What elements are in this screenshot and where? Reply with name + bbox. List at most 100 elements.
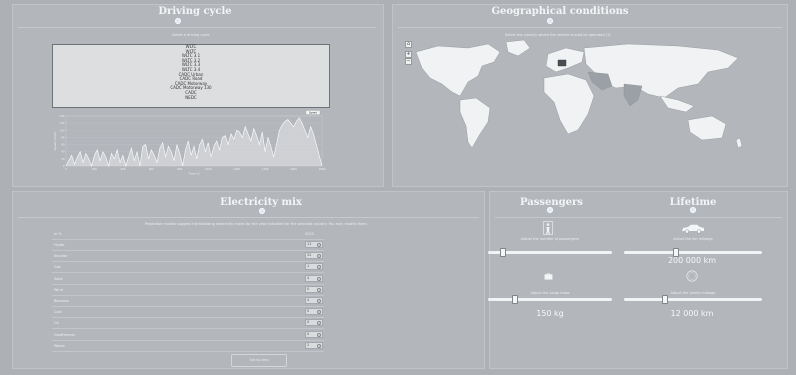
chart-x-tick-label: 800 bbox=[177, 167, 182, 171]
cargo-label: Adjust the cargo mass bbox=[530, 291, 570, 295]
chart-x-tick-label: 1400 bbox=[262, 167, 269, 171]
driving-cycle-select-label: Select a driving cycle bbox=[172, 33, 210, 37]
mileage-label: Adjust the km mileage bbox=[673, 237, 713, 241]
geo-info-icon[interactable] bbox=[547, 18, 553, 24]
map-region-middle-east bbox=[587, 71, 613, 91]
mix-row-input[interactable]: 0 bbox=[305, 319, 323, 327]
mix-row-input[interactable]: 4 bbox=[305, 274, 323, 282]
mix-header-unit: in % bbox=[54, 232, 62, 236]
electricity-info-icon[interactable] bbox=[259, 208, 265, 214]
mix-row-input[interactable]: 11 bbox=[305, 241, 323, 248]
stepper-icon[interactable] bbox=[317, 265, 321, 270]
map-home-button[interactable]: ⌂ bbox=[405, 41, 412, 48]
mix-row-label: Geothermal bbox=[54, 332, 75, 337]
geo-title: Geographical conditions bbox=[491, 6, 629, 17]
mix-row-input[interactable]: 0 bbox=[305, 285, 323, 293]
chart-y-tick-label: 120 bbox=[60, 121, 65, 125]
yearly-mileage-slider-thumb[interactable] bbox=[662, 295, 669, 304]
chart-x-tick-label: 0 bbox=[65, 167, 67, 171]
map-zoom-out-button[interactable]: − bbox=[405, 58, 412, 65]
yearly-mileage-label: Adjust the yearly mileage bbox=[670, 291, 716, 295]
mix-row: Geothermal 0 bbox=[52, 330, 324, 341]
mix-row-label: Waste bbox=[54, 343, 65, 348]
passengers-slider-thumb[interactable] bbox=[499, 248, 506, 257]
mileage-slider-track[interactable] bbox=[624, 251, 762, 254]
stepper-icon[interactable] bbox=[317, 343, 321, 348]
mix-row: Gas 1 bbox=[52, 262, 324, 274]
mix-row-input[interactable]: 0 bbox=[305, 330, 323, 338]
driving-cycle-info-icon[interactable] bbox=[175, 18, 181, 24]
chart-y-tick-label: 20 bbox=[61, 157, 65, 161]
divider bbox=[398, 27, 782, 28]
mix-row-label: Hydro bbox=[54, 243, 65, 247]
mix-row-label: Solar bbox=[54, 276, 63, 281]
yearly-mileage-slider-track[interactable] bbox=[624, 298, 762, 301]
map-region-australia bbox=[687, 115, 727, 141]
mix-row-value: 0 bbox=[307, 309, 310, 314]
stepper-icon[interactable] bbox=[317, 276, 321, 281]
chart-series-area bbox=[66, 117, 322, 166]
cargo-slider-track[interactable] bbox=[488, 298, 612, 301]
stepper-icon[interactable] bbox=[317, 287, 321, 292]
driving-cycle-option[interactable]: NEDC bbox=[53, 95, 329, 101]
passengers-number-label: Adjust the number of passengers bbox=[520, 237, 580, 241]
mix-row-value: 0 bbox=[307, 286, 310, 291]
mix-row-input[interactable]: 1 bbox=[305, 263, 323, 271]
map-zoom-in-button[interactable]: + bbox=[405, 51, 412, 58]
chart-y-tick-label: 60 bbox=[61, 143, 65, 147]
yearly-mileage-value: 12 000 km bbox=[670, 309, 714, 318]
mix-row: Solar 4 bbox=[52, 274, 324, 285]
map-region-selected-country bbox=[557, 59, 567, 67]
passengers-slider-track[interactable] bbox=[488, 251, 612, 254]
divider bbox=[18, 217, 479, 218]
electricity-title: Electricity mix bbox=[220, 197, 302, 208]
stepper-icon[interactable] bbox=[317, 321, 321, 326]
mix-row-input[interactable]: 2 bbox=[305, 341, 323, 349]
passengers-info-icon[interactable] bbox=[547, 207, 553, 213]
chart-x-tick-label: 1200 bbox=[233, 167, 240, 171]
divider bbox=[495, 217, 782, 218]
car-icon bbox=[682, 224, 704, 234]
mix-row-input[interactable]: 4 bbox=[305, 297, 323, 304]
mix-row-label: Biomass bbox=[54, 299, 69, 303]
world-map[interactable] bbox=[398, 38, 782, 156]
mix-row: Wind 0 bbox=[52, 285, 324, 296]
passenger-icon bbox=[543, 221, 553, 235]
mix-row-label: Coal bbox=[54, 310, 62, 315]
chart-x-tick-label: 1000 bbox=[205, 167, 212, 171]
cargo-value: 150 kg bbox=[536, 309, 564, 318]
chart-x-tick-label: 1800 bbox=[319, 167, 326, 171]
map-region-india bbox=[623, 83, 643, 107]
map-region-greenland bbox=[505, 39, 531, 57]
mix-row: Biomass 4 bbox=[52, 296, 324, 307]
cargo-slider-thumb[interactable] bbox=[512, 295, 519, 304]
stepper-icon[interactable] bbox=[317, 299, 321, 303]
mix-row-label: Gas bbox=[54, 265, 61, 270]
map-region-north-america bbox=[415, 43, 501, 97]
chart-y-axis-label: Speed (km/h) bbox=[53, 132, 57, 151]
stepper-icon[interactable] bbox=[317, 243, 321, 247]
stepper-icon[interactable] bbox=[317, 254, 321, 259]
mix-row-value: 32 bbox=[307, 253, 312, 258]
chart-y-tick-label: 80 bbox=[61, 135, 65, 139]
stepper-icon[interactable] bbox=[317, 310, 321, 315]
lifetime-info-icon[interactable] bbox=[690, 207, 696, 213]
geo-hint: Select the country where the vehicle sho… bbox=[505, 33, 611, 37]
mix-row: Hydro 11 bbox=[52, 240, 324, 251]
mix-row-value: 4 bbox=[307, 298, 310, 302]
mix-row-input[interactable]: 32 bbox=[305, 252, 323, 260]
home-icon: ⌂ bbox=[406, 41, 411, 47]
driving-cycle-listbox[interactable]: WLTC WLTC WLTC 3.1 WLTC 3.2 WLTC 3.3 WLTC 3.4… bbox=[52, 44, 330, 108]
mix-row-value: 2 bbox=[307, 342, 310, 347]
set-to-zero-button[interactable]: Set to zero bbox=[231, 354, 287, 367]
mix-row: Oil 0 bbox=[52, 318, 324, 330]
mix-row-label: Oil bbox=[54, 321, 59, 326]
chart-y-tick-label: 100 bbox=[60, 128, 65, 132]
mix-row: Coal 0 bbox=[52, 307, 324, 319]
stepper-icon[interactable] bbox=[317, 332, 321, 337]
chart-x-tick-label: 600 bbox=[149, 167, 154, 171]
cargo-icon bbox=[544, 273, 553, 280]
driving-cycle-title: Driving cycle bbox=[158, 6, 232, 17]
chart-x-tick-label: 400 bbox=[120, 167, 125, 171]
mix-row-input[interactable]: 0 bbox=[305, 308, 323, 316]
